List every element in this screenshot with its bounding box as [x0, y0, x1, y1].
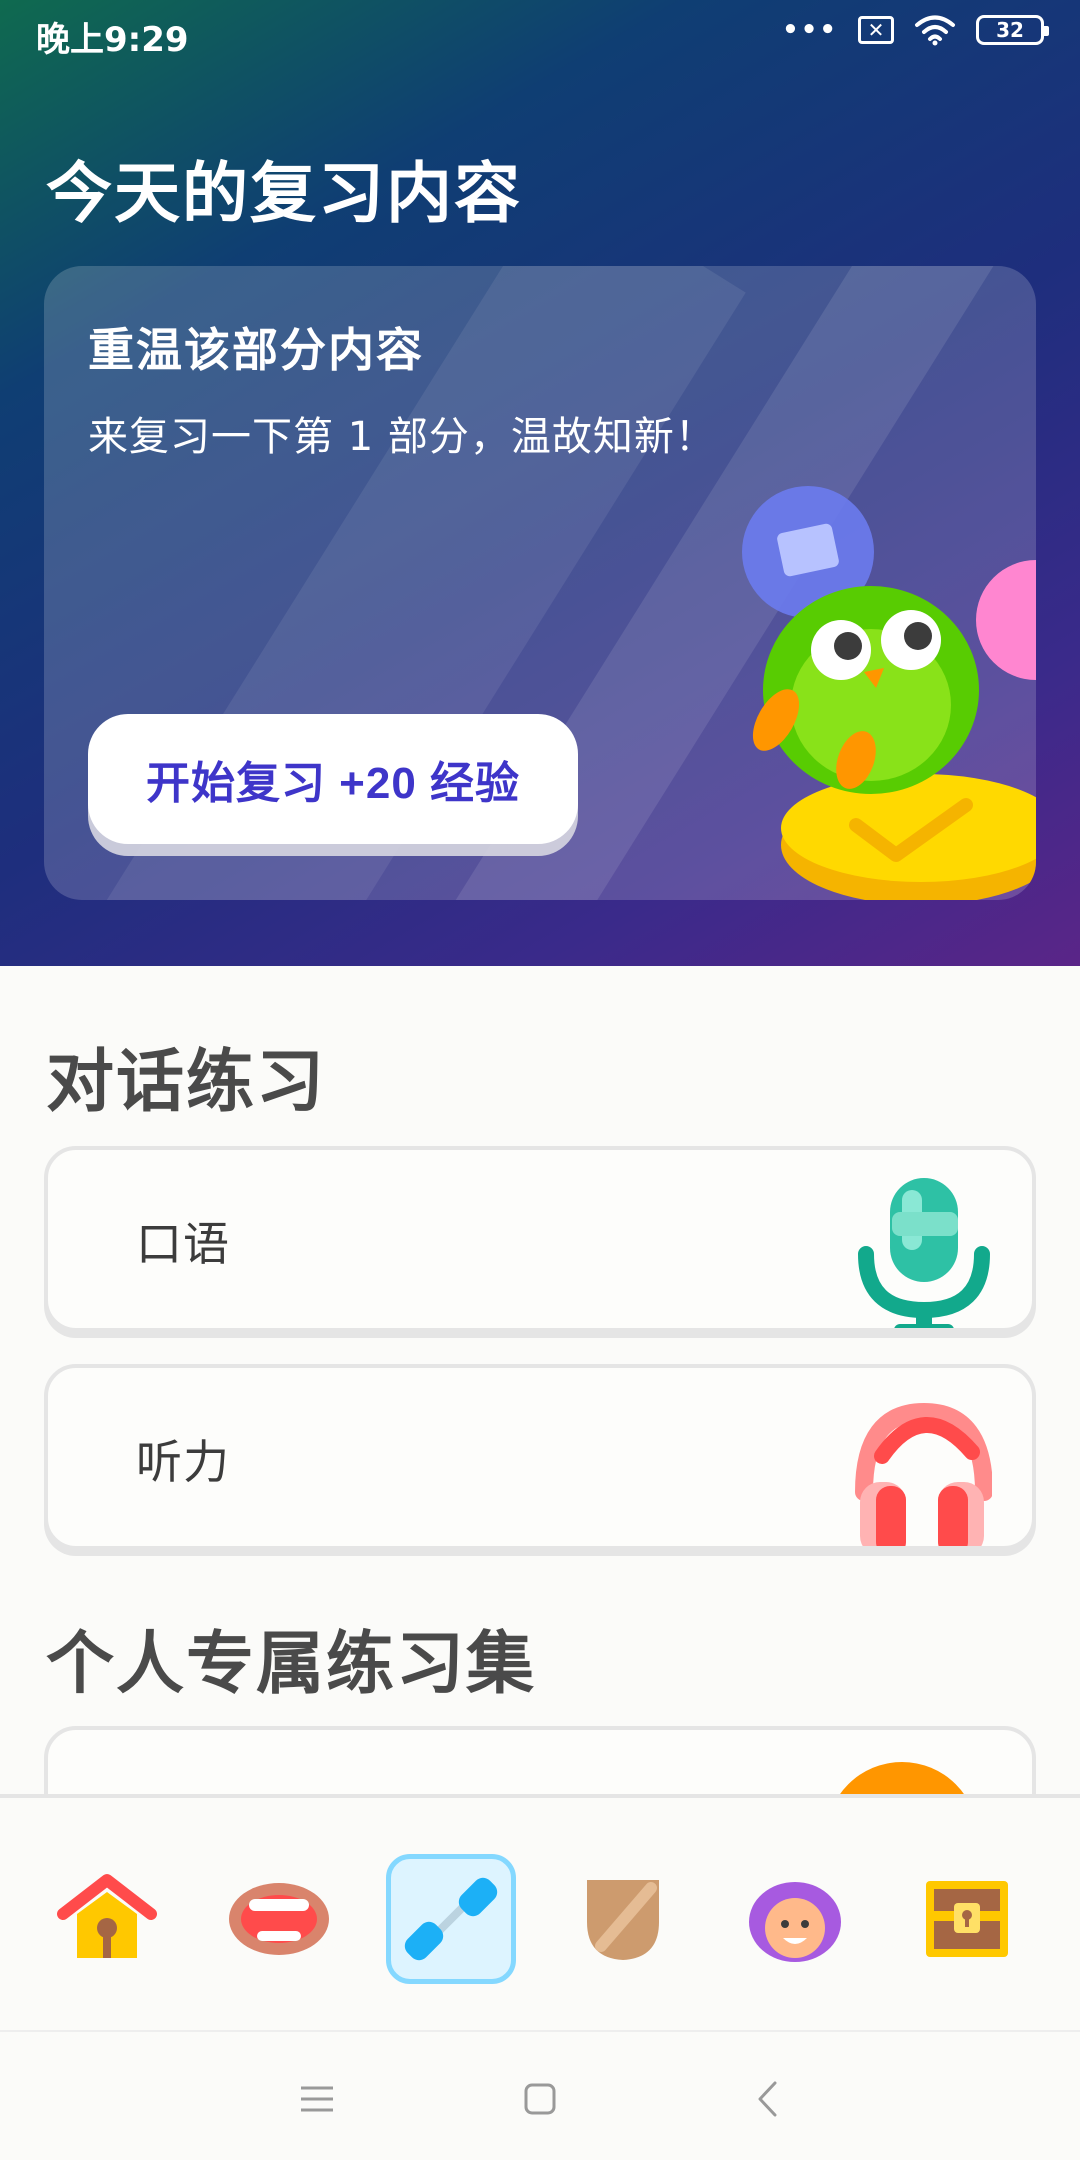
review-hero: 晚上9:29 ••• ✕ 32 今天的复习内容 重温该部分内容 来复习一下第 1…: [0, 0, 1080, 966]
wifi-icon: [915, 15, 955, 46]
tab-practice[interactable]: [386, 1854, 516, 1984]
speaking-practice-card[interactable]: 口语: [44, 1146, 1036, 1332]
menu-icon[interactable]: [292, 2074, 342, 2124]
listening-practice-card[interactable]: 听力: [44, 1364, 1036, 1550]
bottom-tab-bar: [0, 1794, 1080, 2030]
review-card: 重温该部分内容 来复习一下第 1 部分，温故知新！ 开始复习 +20 经验: [44, 266, 1036, 900]
speaking-label: 口语: [136, 1217, 230, 1271]
start-review-button[interactable]: 开始复习 +20 经验: [88, 714, 578, 844]
microphone-icon: [858, 1178, 990, 1328]
treasure-chest-icon: [926, 1881, 1008, 1957]
review-card-heading: 重温该部分内容: [88, 323, 424, 377]
headphones-icon: [855, 1402, 992, 1546]
tab-league[interactable]: [558, 1854, 688, 1984]
shield-icon: [587, 1880, 659, 1960]
conversation-section-title: 对话练习: [46, 1043, 327, 1122]
more-dots-icon: •••: [782, 15, 838, 45]
no-sim-icon: ✕: [858, 16, 894, 44]
tab-shop[interactable]: [902, 1854, 1032, 1984]
dumbbell-icon: [404, 1877, 498, 1961]
tab-profile[interactable]: [730, 1854, 860, 1984]
battery-icon: 32: [976, 15, 1049, 45]
home-square-icon[interactable]: [515, 2074, 565, 2124]
review-card-description: 来复习一下第 1 部分，温故知新！: [88, 414, 716, 460]
page-title: 今天的复习内容: [46, 155, 522, 232]
avatar-icon: [749, 1882, 841, 1962]
system-navigation-bar: [0, 2030, 1080, 2160]
status-bar: 晚上9:29 ••• ✕ 32: [0, 0, 1080, 66]
back-icon[interactable]: [742, 2074, 792, 2124]
status-time: 晚上9:29: [36, 20, 189, 60]
owl-reading-illustration: [742, 486, 1036, 900]
tab-home[interactable]: [42, 1854, 172, 1984]
status-icons: ••• ✕ 32: [782, 14, 1049, 46]
house-icon: [57, 1874, 157, 1958]
listening-label: 听力: [136, 1435, 230, 1489]
personal-section-title: 个人专属练习集: [46, 1625, 537, 1704]
tab-speak[interactable]: [214, 1854, 344, 1984]
mouth-icon: [229, 1883, 329, 1955]
